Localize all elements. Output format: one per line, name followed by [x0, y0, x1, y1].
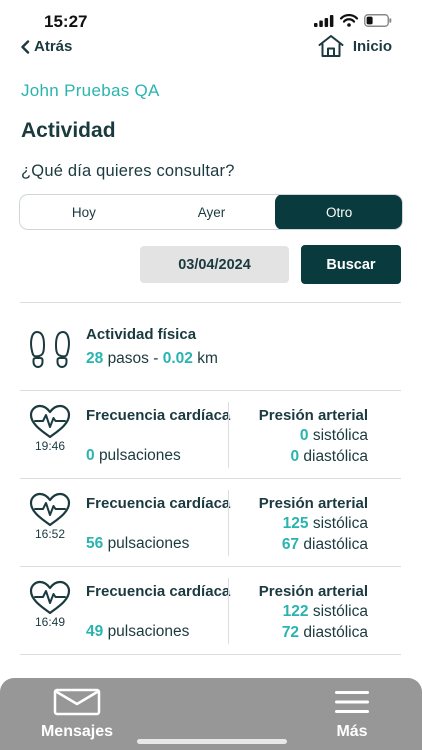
back-button[interactable]: Atrás [20, 38, 72, 55]
heart-rate-unit: pulsaciones [107, 535, 190, 552]
diastolic-line: 72 diastólica [259, 622, 368, 643]
home-button[interactable]: Inicio [317, 34, 392, 58]
tab-more-label: Más [336, 723, 368, 740]
heart-rate-value: 49 [86, 623, 104, 640]
status-icons [314, 14, 392, 27]
measurement-row: 16:49 Frecuencia cardíaca 49 pulsaciones… [20, 568, 401, 654]
diastolic-label: diastólica [303, 536, 368, 553]
chevron-left-icon [21, 39, 30, 54]
signal-icon [314, 14, 334, 27]
systolic-label: sistólica [312, 603, 368, 620]
diastolic-value: 72 [281, 624, 300, 641]
systolic-value: 0 [299, 427, 309, 444]
measurement-row: 16:52 Frecuencia cardíaca 56 pulsaciones… [20, 480, 401, 566]
heart-rate-unit: pulsaciones [107, 623, 190, 640]
systolic-value: 125 [282, 515, 309, 532]
battery-icon [364, 14, 392, 27]
home-icon [318, 35, 344, 57]
day-option-hoy[interactable]: Hoy [20, 195, 148, 229]
date-picker[interactable]: 03/04/2024 [140, 246, 289, 283]
blood-pressure: Presión arterial 125 sistólica 67 diastó… [259, 494, 368, 555]
systolic-value: 122 [282, 603, 309, 620]
blood-pressure-title: Presión arterial [258, 495, 368, 512]
steps-unit: pasos [107, 350, 149, 367]
day-option-ayer[interactable]: Ayer [148, 195, 276, 229]
systolic-label: sistólica [312, 427, 368, 444]
diastolic-label: diastólica [303, 624, 368, 641]
diastolic-value: 0 [290, 448, 300, 465]
page-title: Actividad [21, 119, 116, 142]
heart-pulse-icon [29, 404, 71, 439]
divider [20, 566, 401, 567]
blood-pressure-title: Presión arterial [258, 407, 368, 424]
measurement-time: 16:49 [34, 615, 66, 629]
steps-value: 28 [86, 350, 104, 367]
column-separator [228, 578, 229, 644]
day-selector: Hoy Ayer Otro [19, 194, 403, 230]
heart-pulse-icon [29, 492, 71, 527]
systolic-line: 122 sistólica [259, 601, 368, 622]
day-question: ¿Qué día quieres consultar? [21, 162, 235, 180]
wifi-icon [340, 14, 358, 27]
systolic-label: sistólica [312, 515, 368, 532]
activity-values: 28 pasos - 0.02 km [86, 350, 218, 368]
tab-more[interactable]: Más [322, 688, 382, 741]
user-name: John Pruebas QA [21, 81, 160, 100]
heart-rate-title: Frecuencia cardíaca [86, 583, 231, 600]
column-separator [228, 402, 229, 468]
activity-title: Actividad física [86, 326, 197, 343]
tab-messages-label: Mensajes [40, 723, 114, 740]
measurement-time: 16:52 [34, 527, 66, 541]
search-button[interactable]: Buscar [301, 245, 401, 284]
measurement-time: 19:46 [34, 439, 66, 453]
back-label: Atrás [34, 38, 73, 55]
divider [20, 654, 401, 655]
divider [20, 302, 401, 303]
tab-messages[interactable]: Mensajes [34, 688, 120, 741]
status-time: 15:27 [44, 12, 88, 31]
heart-rate-values: 56 pulsaciones [86, 535, 189, 553]
distance-unit: km [197, 350, 218, 367]
home-label: Inicio [352, 37, 392, 55]
heart-rate-value: 56 [86, 535, 104, 552]
diastolic-line: 67 diastólica [259, 534, 368, 555]
diastolic-label: diastólica [303, 448, 368, 465]
column-separator [228, 490, 229, 556]
footprints-icon [30, 330, 70, 369]
heart-pulse-icon [29, 580, 71, 615]
blood-pressure: Presión arterial 0 sistólica 0 diastólic… [259, 406, 368, 467]
blood-pressure: Presión arterial 122 sistólica 72 diastó… [259, 582, 368, 643]
hamburger-icon [335, 691, 369, 713]
day-option-otro[interactable]: Otro [275, 195, 402, 229]
systolic-line: 0 sistólica [259, 425, 368, 446]
systolic-line: 125 sistólica [259, 513, 368, 534]
divider [20, 478, 401, 479]
heart-rate-values: 0 pulsaciones [86, 447, 181, 465]
heart-rate-title: Frecuencia cardíaca [86, 407, 231, 424]
blood-pressure-title: Presión arterial [258, 583, 368, 600]
home-indicator [137, 739, 287, 744]
envelope-icon [53, 688, 101, 716]
divider [20, 390, 401, 391]
top-navigation: Atrás Inicio [0, 34, 422, 64]
diastolic-line: 0 diastólica [259, 446, 368, 467]
measurement-row: 19:46 Frecuencia cardíaca 0 pulsaciones … [20, 392, 401, 478]
activity-summary: Actividad física 28 pasos - 0.02 km [20, 313, 401, 389]
heart-rate-unit: pulsaciones [98, 447, 181, 464]
activity-separator: - [153, 350, 159, 367]
diastolic-value: 67 [281, 536, 300, 553]
heart-rate-title: Frecuencia cardíaca [86, 495, 231, 512]
heart-rate-values: 49 pulsaciones [86, 623, 189, 641]
heart-rate-value: 0 [86, 447, 95, 464]
distance-value: 0.02 [162, 350, 193, 367]
